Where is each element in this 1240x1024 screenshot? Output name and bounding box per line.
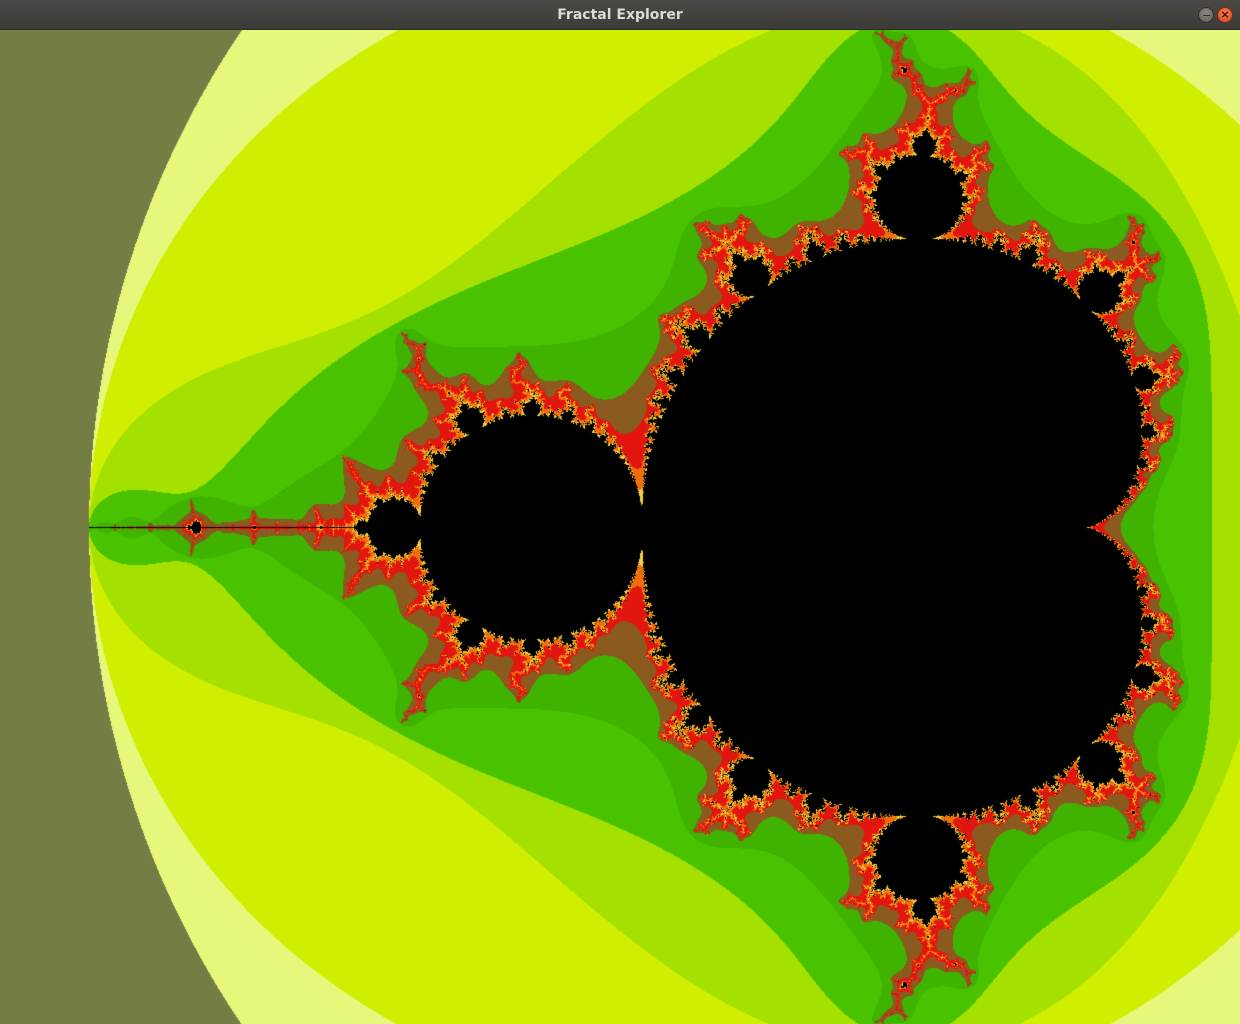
app-window: Fractal Explorer × [0, 0, 1240, 1024]
minimize-icon [1203, 15, 1210, 16]
minimize-button[interactable] [1198, 7, 1214, 23]
window-title: Fractal Explorer [557, 7, 683, 23]
fractal-view[interactable] [0, 30, 1240, 1024]
close-button[interactable]: × [1217, 7, 1233, 23]
close-icon: × [1220, 8, 1230, 21]
title-bar[interactable]: Fractal Explorer × [0, 0, 1240, 30]
fractal-canvas[interactable] [0, 30, 1240, 1024]
